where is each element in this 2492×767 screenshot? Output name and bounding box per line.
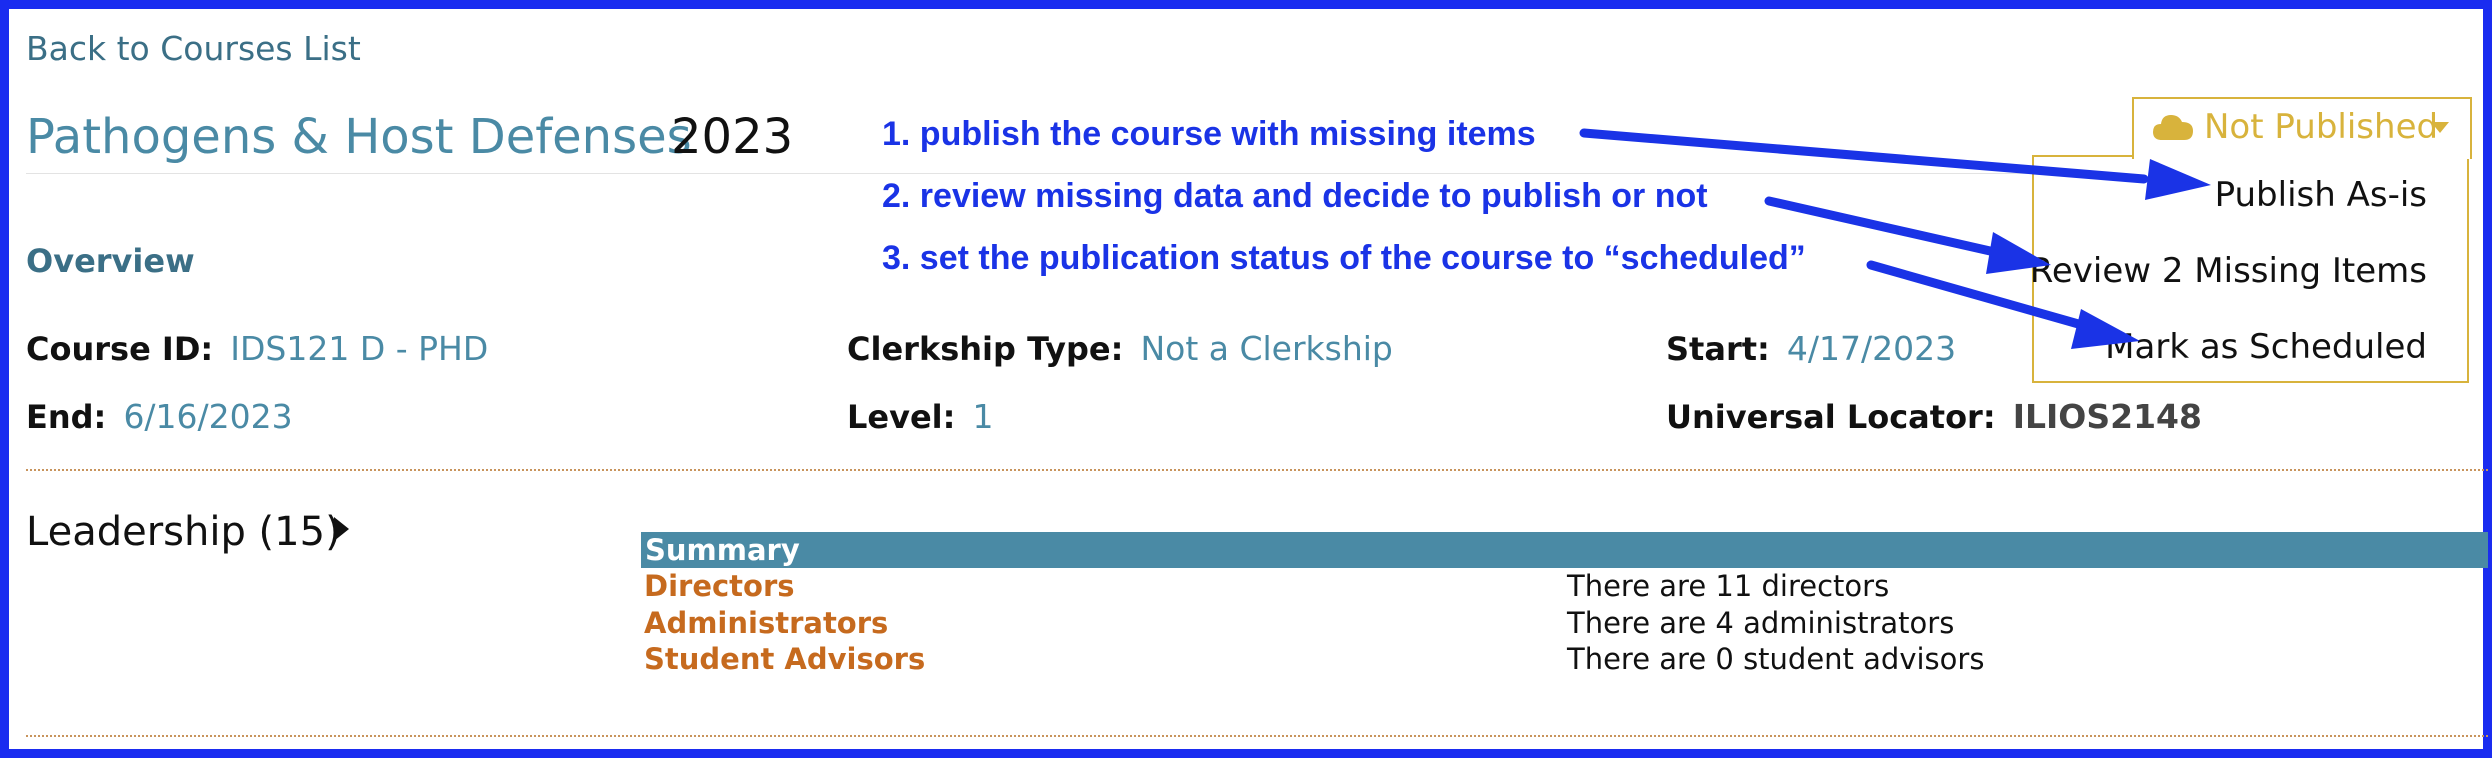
caret-right-icon[interactable] xyxy=(334,517,349,541)
leadership-toggle[interactable]: Leadership (15) xyxy=(26,509,341,555)
level-value[interactable]: 1 xyxy=(973,397,994,436)
end-label: End: xyxy=(26,398,107,436)
course-year: 2023 xyxy=(671,109,794,165)
cloud-icon xyxy=(2152,112,2194,146)
level-field: Level: 1 xyxy=(847,397,994,436)
role-directors[interactable]: Directors xyxy=(644,569,795,603)
course-id-field: Course ID: IDS121 D - PHD xyxy=(26,329,488,368)
overview-heading[interactable]: Overview xyxy=(26,242,195,280)
clerkship-value[interactable]: Not a Clerkship xyxy=(1140,329,1392,368)
clerkship-label: Clerkship Type: xyxy=(847,330,1124,368)
start-field: Start: 4/17/2023 xyxy=(1666,329,1956,368)
course-title[interactable]: Pathogens & Host Defenses xyxy=(26,109,692,165)
screenshot-frame: Back to Courses List Pathogens & Host De… xyxy=(0,0,2492,758)
section-divider xyxy=(26,469,2488,471)
end-field: End: 6/16/2023 xyxy=(26,397,293,436)
annotation-3: 3. set the publication status of the cou… xyxy=(882,239,1806,277)
role-directors-count: There are 11 directors xyxy=(1567,569,1890,603)
title-divider xyxy=(26,173,2156,174)
universal-locator-label: Universal Locator: xyxy=(1666,398,1996,436)
start-label: Start: xyxy=(1666,330,1770,368)
end-value[interactable]: 6/16/2023 xyxy=(123,397,292,436)
role-student-advisors[interactable]: Student Advisors xyxy=(644,642,925,676)
back-to-courses-link[interactable]: Back to Courses List xyxy=(26,29,361,68)
role-administrators-count: There are 4 administrators xyxy=(1567,606,1955,640)
annotation-2: 2. review missing data and decide to pub… xyxy=(882,177,1708,215)
level-label: Level: xyxy=(847,398,956,436)
publish-menu: Publish As-is Review 2 Missing Items Mar… xyxy=(2030,155,2469,383)
summary-header: Summary xyxy=(641,532,2488,568)
menu-mark-as-scheduled[interactable]: Mark as Scheduled xyxy=(2105,327,2467,367)
chevron-down-icon[interactable] xyxy=(2431,122,2449,133)
publish-status-label[interactable]: Not Published xyxy=(2204,107,2438,147)
role-student-advisors-count: There are 0 student advisors xyxy=(1567,642,1985,676)
universal-locator-field: Universal Locator: ILIOS2148 xyxy=(1666,397,2202,436)
start-value[interactable]: 4/17/2023 xyxy=(1787,329,1956,368)
menu-review-missing-items[interactable]: Review 2 Missing Items xyxy=(2030,251,2467,291)
universal-locator-value: ILIOS2148 xyxy=(2012,397,2202,436)
course-id-label: Course ID: xyxy=(26,330,214,368)
clerkship-field: Clerkship Type: Not a Clerkship xyxy=(847,329,1393,368)
annotation-1: 1. publish the course with missing items xyxy=(882,115,1536,153)
course-id-value[interactable]: IDS121 D - PHD xyxy=(230,329,488,368)
role-administrators[interactable]: Administrators xyxy=(644,606,888,640)
section-divider-bottom xyxy=(26,735,2488,737)
menu-publish-as-is[interactable]: Publish As-is xyxy=(2215,175,2467,215)
